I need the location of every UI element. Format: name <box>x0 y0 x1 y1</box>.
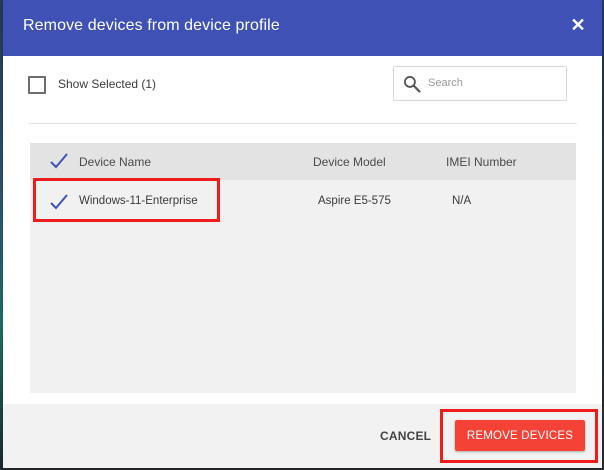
column-imei-number[interactable]: IMEI Number <box>446 155 517 169</box>
search-input[interactable] <box>428 74 558 92</box>
show-selected-checkbox[interactable] <box>28 76 46 94</box>
dialog-header: Remove devices from device profile ✕ <box>3 0 602 56</box>
select-all-check-icon[interactable] <box>49 152 69 170</box>
table-header: Device Name Device Model IMEI Number <box>30 143 576 180</box>
devices-table: Device Name Device Model IMEI Number Win… <box>30 143 576 393</box>
device-name-cell: Windows-11-Enterprise <box>79 195 198 207</box>
remove-devices-dialog: Remove devices from device profile ✕ Sho… <box>3 0 602 468</box>
search-box[interactable] <box>393 66 567 101</box>
device-model-cell: Aspire E5-575 <box>318 195 391 207</box>
column-device-model[interactable]: Device Model <box>313 155 386 169</box>
search-icon <box>404 76 421 93</box>
remove-devices-button[interactable]: REMOVE DEVICES <box>455 420 585 451</box>
imei-cell: N/A <box>452 195 472 207</box>
table-row[interactable]: Windows-11-Enterprise Aspire E5-575 N/A <box>30 180 576 224</box>
row-check-icon[interactable] <box>49 193 69 211</box>
cancel-button[interactable]: CANCEL <box>380 429 431 443</box>
divider <box>28 123 577 124</box>
close-icon[interactable]: ✕ <box>568 14 588 36</box>
dialog-title: Remove devices from device profile <box>23 17 280 34</box>
column-device-name[interactable]: Device Name <box>79 155 151 169</box>
show-selected-label[interactable]: Show Selected (1) <box>58 77 156 91</box>
